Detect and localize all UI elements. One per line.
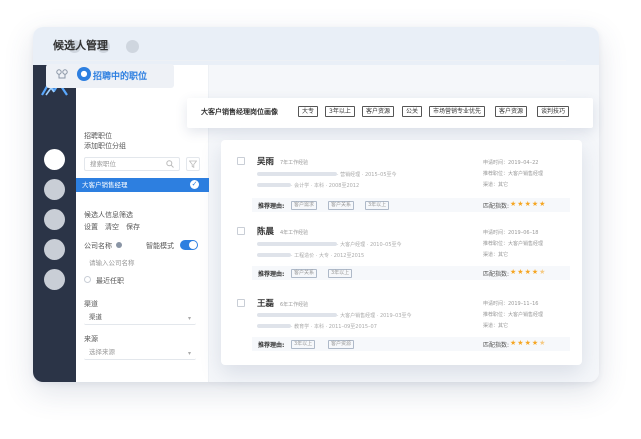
- channel-label: 渠道: [84, 300, 98, 308]
- portrait-tag: 市场营销专业优先: [429, 106, 486, 117]
- nav-item-candidates[interactable]: [44, 149, 65, 170]
- reason-tag: 客户关系: [328, 201, 355, 210]
- star-rating: ★★★★★: [510, 200, 546, 208]
- position-label: 招聘职位: [84, 132, 112, 140]
- reason-tag: 客户资源: [328, 340, 355, 349]
- portrait-tag: 客户资源: [495, 106, 528, 117]
- redacted-text: [257, 172, 337, 176]
- candidate-experience: 7年工作经验: [280, 160, 309, 166]
- people-icon: ●: [77, 67, 91, 81]
- source-label: 来源: [84, 335, 98, 343]
- recent-job-label: 最近任职: [96, 277, 124, 285]
- reason-label: 推荐理由:: [258, 342, 285, 349]
- nav-item-2[interactable]: [44, 179, 65, 200]
- apply-time: 申请时间：2019–04–22: [483, 160, 539, 166]
- reason-tag: 3年以上: [365, 201, 390, 210]
- segment-active-label[interactable]: 招聘中的职位: [93, 69, 147, 82]
- candidate-checkbox[interactable]: [237, 299, 245, 307]
- header-divider: [43, 60, 566, 61]
- apply-time: 申请时间：2019–06–18: [483, 230, 539, 236]
- toggle-knob: [189, 241, 197, 249]
- company-input[interactable]: 请输入公司名称: [84, 257, 196, 271]
- star-icon: ★: [524, 339, 532, 347]
- star-icon: ★: [517, 339, 525, 347]
- chevron-down-icon: ▾: [188, 315, 192, 322]
- portrait-tag: 客户资源: [362, 106, 395, 117]
- star-icon: ★: [517, 268, 525, 276]
- candidate-name[interactable]: 吴雨: [257, 155, 274, 167]
- recommend-job: 推荐职位：大客户销售经理: [483, 312, 544, 318]
- candidate-experience: 4年工作经验: [280, 230, 309, 236]
- info-icon[interactable]: [116, 242, 122, 248]
- smart-mode-label: 智能模式: [146, 242, 174, 250]
- half-star-icon: ★: [539, 339, 547, 347]
- half-star-icon: ★: [539, 268, 547, 276]
- match-label: 匹配指数:: [483, 203, 510, 210]
- portrait-tag: 3年以上: [325, 106, 355, 117]
- portrait-title: 大客户销售经理岗位画像: [201, 108, 278, 116]
- candidate-education: · 工程造价 · 大专 · 2012至2015: [291, 253, 365, 259]
- org-tree-icon[interactable]: [55, 68, 69, 82]
- add-group-link[interactable]: 添加职位分组: [84, 141, 126, 151]
- candidate-work: · 大客户经理 · 2010–05至今: [337, 242, 402, 248]
- candidate-experience: 6年工作经验: [280, 302, 309, 308]
- star-icon: ★: [517, 200, 525, 208]
- redacted-text: [257, 183, 291, 187]
- source-select[interactable]: 选择来源: [84, 346, 196, 360]
- star-rating: ★★★★★: [510, 339, 546, 347]
- apply-time: 申请时间：2019–11–16: [483, 301, 539, 307]
- recommend-job: 推荐职位：大客户销售经理: [483, 171, 544, 177]
- redacted-text: [257, 313, 337, 317]
- candidate-checkbox[interactable]: [237, 157, 245, 165]
- reason-tag: 客户需求: [291, 201, 318, 210]
- company-label: 公司名称: [84, 242, 112, 250]
- star-icon: ★: [524, 268, 532, 276]
- reason-tag: 3年以上: [291, 340, 316, 349]
- reason-label: 推荐理由:: [258, 203, 285, 210]
- window-dot-3[interactable]: [126, 40, 139, 53]
- filter-clear-link[interactable]: 清空: [105, 222, 119, 232]
- portrait-tag: 公关: [402, 106, 423, 117]
- portrait-tag: 大专: [298, 106, 319, 117]
- candidate-name[interactable]: 陈晨: [257, 225, 274, 237]
- portrait-tag: 谈判技巧: [537, 106, 570, 117]
- reason-tag: 客户关系: [291, 269, 318, 278]
- reason-label: 推荐理由:: [258, 271, 285, 278]
- reason-tag: 3年以上: [328, 269, 353, 278]
- match-label: 匹配指数:: [483, 342, 510, 349]
- filter-section-label: 候选人信息筛选: [84, 211, 133, 219]
- nav-item-4[interactable]: [44, 239, 65, 260]
- chevron-down-icon: ▾: [188, 350, 192, 357]
- channel: 渠道：其它: [483, 252, 509, 258]
- candidate-name[interactable]: 王磊: [257, 297, 274, 309]
- redacted-text: [257, 253, 291, 257]
- candidate-education: · 会计学 · 本科 · 2008至2012: [291, 183, 360, 189]
- recommend-job: 推荐职位：大客户销售经理: [483, 241, 544, 247]
- search-icon[interactable]: [166, 160, 174, 168]
- check-icon: ✓: [190, 180, 199, 189]
- stage: 候选人管理 ● 招聘中的职位 招聘职位 添加职位分组 搜索职位 大客户销售经理 …: [0, 0, 641, 439]
- channel: 渠道：其它: [483, 323, 509, 329]
- channel: 渠道：其它: [483, 182, 509, 188]
- star-icon: ★: [539, 200, 547, 208]
- match-label: 匹配指数:: [483, 271, 510, 278]
- filter-save-link[interactable]: 保存: [126, 222, 140, 232]
- star-icon: ★: [524, 200, 532, 208]
- nav-item-3[interactable]: [44, 209, 65, 230]
- nav-item-5[interactable]: [44, 269, 65, 290]
- candidate-work: · 大客户销售经理 · 2019–03至今: [337, 313, 412, 319]
- star-rating: ★★★★★: [510, 268, 546, 276]
- filter-settings-link[interactable]: 设置: [84, 222, 98, 232]
- redacted-text: [257, 324, 291, 328]
- candidate-education: · 教育学 · 本科 · 2011–09至2015–07: [291, 324, 377, 330]
- candidate-work: · 营销经理 · 2015–05至今: [337, 172, 397, 178]
- page-title: 候选人管理: [53, 39, 108, 52]
- recent-job-checkbox[interactable]: [84, 276, 91, 283]
- channel-select[interactable]: 渠道: [84, 311, 196, 325]
- redacted-text: [257, 242, 337, 246]
- filter-funnel-icon: [189, 160, 197, 168]
- left-nav-bar: [33, 65, 76, 382]
- candidate-checkbox[interactable]: [237, 227, 245, 235]
